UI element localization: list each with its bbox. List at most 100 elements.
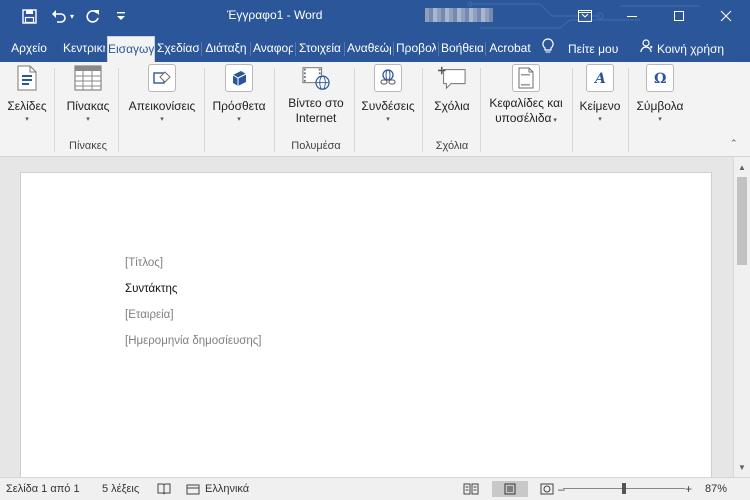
- lightbulb-icon: [542, 37, 554, 61]
- vertical-scrollbar[interactable]: ▲ ▼: [733, 157, 750, 477]
- undo-dropdown-icon[interactable]: ▾: [68, 7, 76, 25]
- tab-acrobat[interactable]: Acrobat: [488, 36, 532, 62]
- tell-me-search[interactable]: Πείτε μου: [542, 36, 618, 62]
- svg-text:Ω: Ω: [654, 71, 666, 87]
- document-title: Έγγραφο1 - Word: [227, 8, 323, 22]
- group-divider: [354, 68, 355, 152]
- addins-button[interactable]: Πρόσθετα ▾: [208, 62, 270, 125]
- web-layout-icon[interactable]: [537, 481, 557, 497]
- group-divider: [480, 68, 481, 152]
- minimize-icon[interactable]: [609, 0, 655, 32]
- pages-button[interactable]: Σελίδες ▾: [4, 62, 50, 125]
- group-divider: [422, 68, 423, 152]
- title-placeholder[interactable]: [Τίτλος]: [125, 257, 163, 269]
- addins-icon: [225, 64, 253, 92]
- addins-label: Πρόσθετα: [212, 99, 266, 113]
- save-icon[interactable]: [21, 7, 37, 25]
- link-icon: [374, 64, 402, 92]
- scroll-down-icon[interactable]: ▼: [734, 459, 750, 475]
- tab-separator: [344, 42, 345, 56]
- zoom-level[interactable]: 87%: [705, 483, 727, 495]
- tab-separator: [201, 42, 202, 56]
- print-layout-icon[interactable]: [492, 481, 528, 497]
- symbols-button[interactable]: Ω Σύμβολα ▾: [632, 62, 688, 125]
- svg-text:A: A: [593, 71, 606, 87]
- proofing-icon[interactable]: [156, 481, 172, 497]
- illustrations-button[interactable]: Απεικονίσεις ▾: [124, 62, 200, 125]
- customize-quick-access-icon[interactable]: [115, 7, 127, 25]
- collapse-ribbon-icon[interactable]: ⌃: [730, 138, 738, 149]
- author-field[interactable]: Συντάκτης: [125, 283, 177, 295]
- tab-separator: [393, 42, 394, 56]
- signed-in-user-redacted[interactable]: [425, 8, 493, 22]
- status-bar: Σελίδα 1 από 1 5 λέξεις Ελληνικά – + 87%: [0, 477, 750, 500]
- zoom-out-icon[interactable]: –: [558, 482, 565, 496]
- tab-review[interactable]: Αναθεώρηση: [347, 36, 391, 62]
- publish-date-placeholder[interactable]: [Ημερομηνία δημοσίευσης]: [125, 335, 261, 347]
- tab-layout[interactable]: Διάταξη: [204, 36, 248, 62]
- symbols-label: Σύμβολα: [636, 99, 684, 113]
- tab-separator: [295, 42, 296, 56]
- tab-view[interactable]: Προβολή: [396, 36, 436, 62]
- page-count[interactable]: Σελίδα 1 από 1: [6, 483, 80, 495]
- text-button[interactable]: A Κείμενο ▾: [576, 62, 624, 125]
- scroll-thumb[interactable]: [737, 177, 747, 265]
- online-video-button[interactable]: Βίντεο στο Internet: [280, 62, 352, 126]
- chevron-down-icon: ▾: [160, 116, 164, 123]
- links-button[interactable]: Συνδέσεις ▾: [358, 62, 418, 125]
- share-button[interactable]: Κοινή χρήση: [640, 36, 724, 62]
- zoom-slider-thumb[interactable]: [622, 483, 626, 494]
- tell-me-label: Πείτε μου: [568, 42, 619, 56]
- online-video-label-line1: Βίντεο στο: [288, 96, 344, 110]
- company-placeholder[interactable]: [Εταιρεία]: [125, 309, 174, 321]
- close-icon[interactable]: [703, 0, 749, 32]
- ribbon: Σελίδες ▾ Πίνακας ▾ Πίνακες Απεικονίσεις…: [0, 62, 750, 157]
- macro-recording-icon[interactable]: [185, 481, 201, 497]
- group-divider: [118, 68, 119, 152]
- group-divider: [274, 68, 275, 152]
- online-video-icon: [302, 64, 330, 92]
- maximize-icon[interactable]: [656, 0, 702, 32]
- language[interactable]: Ελληνικά: [205, 483, 249, 495]
- tab-file[interactable]: Αρχείο: [6, 36, 52, 62]
- tab-separator: [250, 42, 251, 56]
- table-label: Πίνακας: [66, 99, 110, 113]
- tab-references[interactable]: Αναφορές: [253, 36, 293, 62]
- read-mode-icon[interactable]: [461, 481, 481, 497]
- group-divider: [628, 68, 629, 152]
- header-footer-button[interactable]: Κεφαλίδες και υποσέλιδα ▾: [484, 62, 568, 126]
- table-icon: [74, 64, 102, 92]
- chevron-down-icon: ▾: [386, 116, 390, 123]
- zoom-in-icon[interactable]: +: [685, 482, 692, 496]
- tab-mailings[interactable]: Στοιχεία: [298, 36, 342, 62]
- group-divider: [572, 68, 573, 152]
- scroll-up-icon[interactable]: ▲: [734, 159, 750, 175]
- title-bar: ▾ Έγγραφο1 - Word: [0, 0, 750, 32]
- undo-icon[interactable]: [50, 7, 68, 25]
- table-button[interactable]: Πίνακας ▾: [60, 62, 116, 125]
- chevron-down-icon: ▾: [25, 116, 29, 123]
- new-comment-button[interactable]: Σχόλια: [426, 62, 478, 115]
- header-footer-label-line1: Κεφαλίδες και: [489, 96, 563, 110]
- chevron-down-icon: ▾: [237, 116, 241, 123]
- online-video-label-line2: Internet: [295, 111, 337, 125]
- tab-home[interactable]: Κεντρική: [63, 36, 105, 62]
- chevron-down-icon: ▾: [86, 116, 90, 123]
- comment-label: Σχόλια: [434, 99, 470, 113]
- tab-insert[interactable]: Εισαγωγή: [107, 36, 155, 62]
- group-divider: [54, 68, 55, 152]
- tab-design[interactable]: Σχεδίαση: [157, 36, 199, 62]
- chevron-down-icon: ▾: [598, 116, 602, 123]
- ribbon-display-options-icon[interactable]: [562, 0, 608, 32]
- share-label: Κοινή χρήση: [657, 42, 725, 56]
- tab-separator: [485, 42, 486, 56]
- document-page[interactable]: [Τίτλος] Συντάκτης [Εταιρεία] [Ημερομηνί…: [20, 172, 712, 477]
- tab-help[interactable]: Βοήθεια: [441, 36, 483, 62]
- text-box-icon: A: [586, 64, 614, 92]
- person-icon: [640, 37, 653, 61]
- redo-icon[interactable]: [84, 7, 100, 25]
- text-label: Κείμενο: [579, 99, 621, 113]
- group-divider: [204, 68, 205, 152]
- comment-icon: [438, 64, 466, 92]
- word-count[interactable]: 5 λέξεις: [102, 483, 139, 495]
